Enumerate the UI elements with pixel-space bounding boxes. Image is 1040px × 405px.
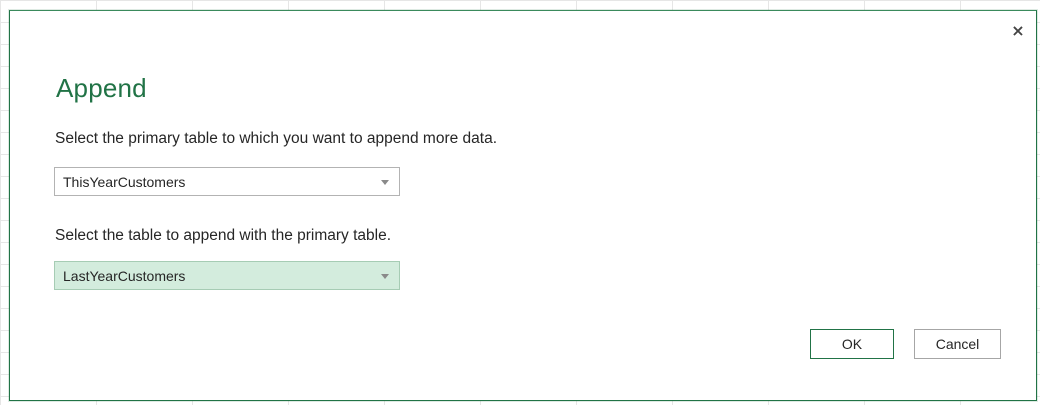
append-table-prompt: Select the table to append with the prim… (55, 227, 392, 244)
chevron-down-icon (381, 180, 389, 185)
primary-table-dropdown[interactable]: ThisYearCustomers (54, 167, 400, 196)
primary-table-value: ThisYearCustomers (63, 174, 186, 190)
chevron-down-icon (381, 274, 389, 279)
primary-table-prompt: Select the primary table to which you wa… (55, 130, 497, 147)
append-dialog: × Append Select the primary table to whi… (9, 10, 1037, 401)
dialog-title: Append (56, 73, 147, 103)
ok-button[interactable]: OK (810, 329, 894, 359)
close-icon[interactable]: × (1008, 21, 1028, 41)
append-table-value: LastYearCustomers (63, 268, 186, 284)
cancel-button[interactable]: Cancel (914, 329, 1001, 359)
append-table-dropdown[interactable]: LastYearCustomers (54, 261, 400, 290)
excel-background: × Append Select the primary table to whi… (0, 0, 1040, 405)
